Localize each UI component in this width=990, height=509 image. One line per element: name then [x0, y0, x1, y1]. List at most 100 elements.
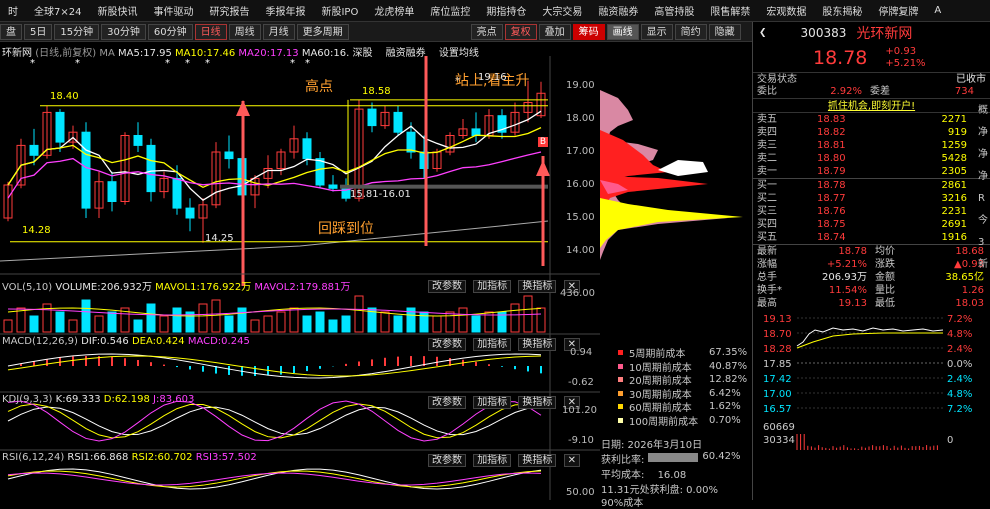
- change-abs: +0.93: [885, 46, 925, 58]
- candle-body: [368, 109, 376, 126]
- period-toolbar: 盘 5日 15分钟 30分钟 60分钟 日线 周线 月线 更多周期 亮点 复权 …: [0, 22, 752, 42]
- menu-item[interactable]: 大宗交易: [534, 3, 590, 18]
- bid-book: 买一 18.78 2861 买二 18.77 3216 买三 18.76 2231 买四 18.75…: [753, 178, 990, 244]
- menu-item[interactable]: A: [926, 5, 949, 16]
- stat-label: 量比: [867, 284, 922, 297]
- volume-bar: [329, 320, 337, 332]
- add-indicator-button[interactable]: 加指标: [473, 280, 511, 293]
- vol-legend: VOL(5,10) VOLUME:206.932万 MAVOL1:176.922…: [2, 278, 350, 293]
- promo-link[interactable]: 抓住机会,即刻开户!: [753, 98, 990, 113]
- stock-code: 300383: [801, 26, 847, 40]
- stat-row: 换手* 11.54% 量比 1.26: [753, 284, 990, 297]
- price-tick: 19.00: [566, 80, 595, 113]
- tb-weekly[interactable]: 周线: [229, 24, 261, 40]
- price-tick: 14.00: [566, 245, 595, 278]
- add-indicator-button[interactable]: 加指标: [473, 454, 511, 467]
- volume-bar: [108, 312, 116, 332]
- ask-book: 卖五 18.83 2271 卖四 18.82 919 卖三 18.81 1259 卖二 18.80 5…: [753, 113, 990, 178]
- book-price: 18.75: [817, 218, 877, 231]
- mini-axis-right: 0: [947, 435, 953, 446]
- chip-legend-value: 1.62%: [709, 401, 741, 412]
- volume-bar: [56, 312, 64, 332]
- close-icon[interactable]: ✕: [564, 454, 580, 467]
- top-menu-bar: 时 全球7×24 新股快讯 事件驱动 研究报告 季报年报 新股IPO 龙虎榜单 …: [0, 0, 990, 22]
- mini-axis-left: 60669: [763, 422, 795, 433]
- change-params-button[interactable]: 改参数: [428, 396, 466, 409]
- change-params-button[interactable]: 改参数: [428, 280, 466, 293]
- book-level: 买一: [757, 179, 817, 192]
- tb-daily[interactable]: 日线: [195, 24, 227, 40]
- stat-value: 19.13: [807, 297, 867, 310]
- change-params-button[interactable]: 改参数: [428, 338, 466, 351]
- tb-30min[interactable]: 30分钟: [101, 24, 146, 40]
- macd-axis-bottom: -0.62: [568, 377, 594, 388]
- menu-item[interactable]: 季报年报: [257, 3, 313, 18]
- menu-item[interactable]: 期指持仓: [478, 3, 534, 18]
- book-price: 18.77: [817, 192, 877, 205]
- book-level: 卖四: [757, 126, 817, 139]
- volume-bar: [212, 300, 220, 332]
- menu-item[interactable]: 席位监控: [422, 3, 478, 18]
- stat-row: 最高 19.13 最低 18.03: [753, 297, 990, 310]
- switch-indicator-button[interactable]: 换指标: [518, 396, 556, 409]
- mini-axis-left: 18.70: [763, 329, 792, 340]
- mini-axis-right: 2.4%: [947, 344, 972, 355]
- change-params-button[interactable]: 改参数: [428, 454, 466, 467]
- menu-item[interactable]: 新股快讯: [89, 3, 145, 18]
- tb-hide[interactable]: 隐藏: [709, 24, 741, 40]
- menu-item[interactable]: 停牌复牌: [870, 3, 926, 18]
- label-1840: 18.40: [50, 91, 79, 102]
- menu-item[interactable]: 宏观数据: [758, 3, 814, 18]
- vol-mavol2: MAVOL2:179.881万: [254, 282, 350, 293]
- tb-15min[interactable]: 15分钟: [54, 24, 99, 40]
- legend-swatch: [618, 377, 623, 382]
- chip-legend-row: 10周期前成本 40.87%: [618, 360, 747, 374]
- chip-legend-value: 6.42%: [709, 388, 741, 399]
- macd-dif: DIF:0.546: [81, 336, 129, 347]
- macd-value: MACD:0.245: [188, 336, 250, 347]
- tb-monthly[interactable]: 月线: [263, 24, 295, 40]
- macd-buttons: 改参数 加指标 换指标 ✕: [424, 335, 580, 350]
- menu-item[interactable]: 股东揭秘: [814, 3, 870, 18]
- prev-stock-icon[interactable]: ❮: [759, 28, 767, 38]
- book-level: 卖五: [757, 113, 817, 126]
- mini-axis-right: 2.4%: [947, 374, 972, 385]
- volume-bar: [199, 304, 207, 332]
- tb-overlay[interactable]: 叠加: [539, 24, 571, 40]
- add-indicator-button[interactable]: 加指标: [473, 396, 511, 409]
- tb-restore[interactable]: 复权: [505, 24, 537, 40]
- tb-chips[interactable]: 筹码: [573, 24, 605, 40]
- add-indicator-button[interactable]: 加指标: [473, 338, 511, 351]
- stat-label: 涨跌: [867, 258, 922, 271]
- tb-60min[interactable]: 60分钟: [148, 24, 193, 40]
- menu-item[interactable]: 新股IPO: [313, 3, 366, 18]
- tb-more-periods[interactable]: 更多周期: [297, 24, 349, 40]
- menu-item[interactable]: 融资融券: [590, 3, 646, 18]
- menu-item[interactable]: 龙虎榜单: [366, 3, 422, 18]
- book-row: 卖一 18.79 2305: [753, 165, 990, 178]
- switch-indicator-button[interactable]: 换指标: [518, 280, 556, 293]
- tb-simple[interactable]: 简约: [675, 24, 707, 40]
- chip-legend-row: 60周期前成本 1.62%: [618, 400, 747, 414]
- book-price: 18.76: [817, 205, 877, 218]
- switch-indicator-button[interactable]: 换指标: [518, 338, 556, 351]
- volume-bar: [472, 316, 480, 332]
- label-1858: 18.58: [362, 86, 391, 97]
- book-level: 买四: [757, 218, 817, 231]
- kdj-k: K:69.333: [56, 394, 101, 405]
- menu-item[interactable]: 全球7×24: [26, 3, 89, 18]
- tb-draw[interactable]: 画线: [607, 24, 639, 40]
- mini-axis-left: 16.57: [763, 404, 792, 415]
- tb-highlight[interactable]: 亮点: [471, 24, 503, 40]
- tb-5day[interactable]: 5日: [24, 24, 52, 40]
- menu-item[interactable]: 事件驱动: [145, 3, 201, 18]
- side-char: 新: [978, 254, 990, 276]
- chip-profile-outline: [600, 198, 743, 248]
- menu-item[interactable]: 研究报告: [201, 3, 257, 18]
- tb-display[interactable]: 显示: [641, 24, 673, 40]
- menu-item[interactable]: 限售解禁: [702, 3, 758, 18]
- tb-item[interactable]: 盘: [0, 24, 22, 40]
- switch-indicator-button[interactable]: 换指标: [518, 454, 556, 467]
- menu-item[interactable]: 时: [0, 3, 26, 18]
- menu-item[interactable]: 高管持股: [646, 3, 702, 18]
